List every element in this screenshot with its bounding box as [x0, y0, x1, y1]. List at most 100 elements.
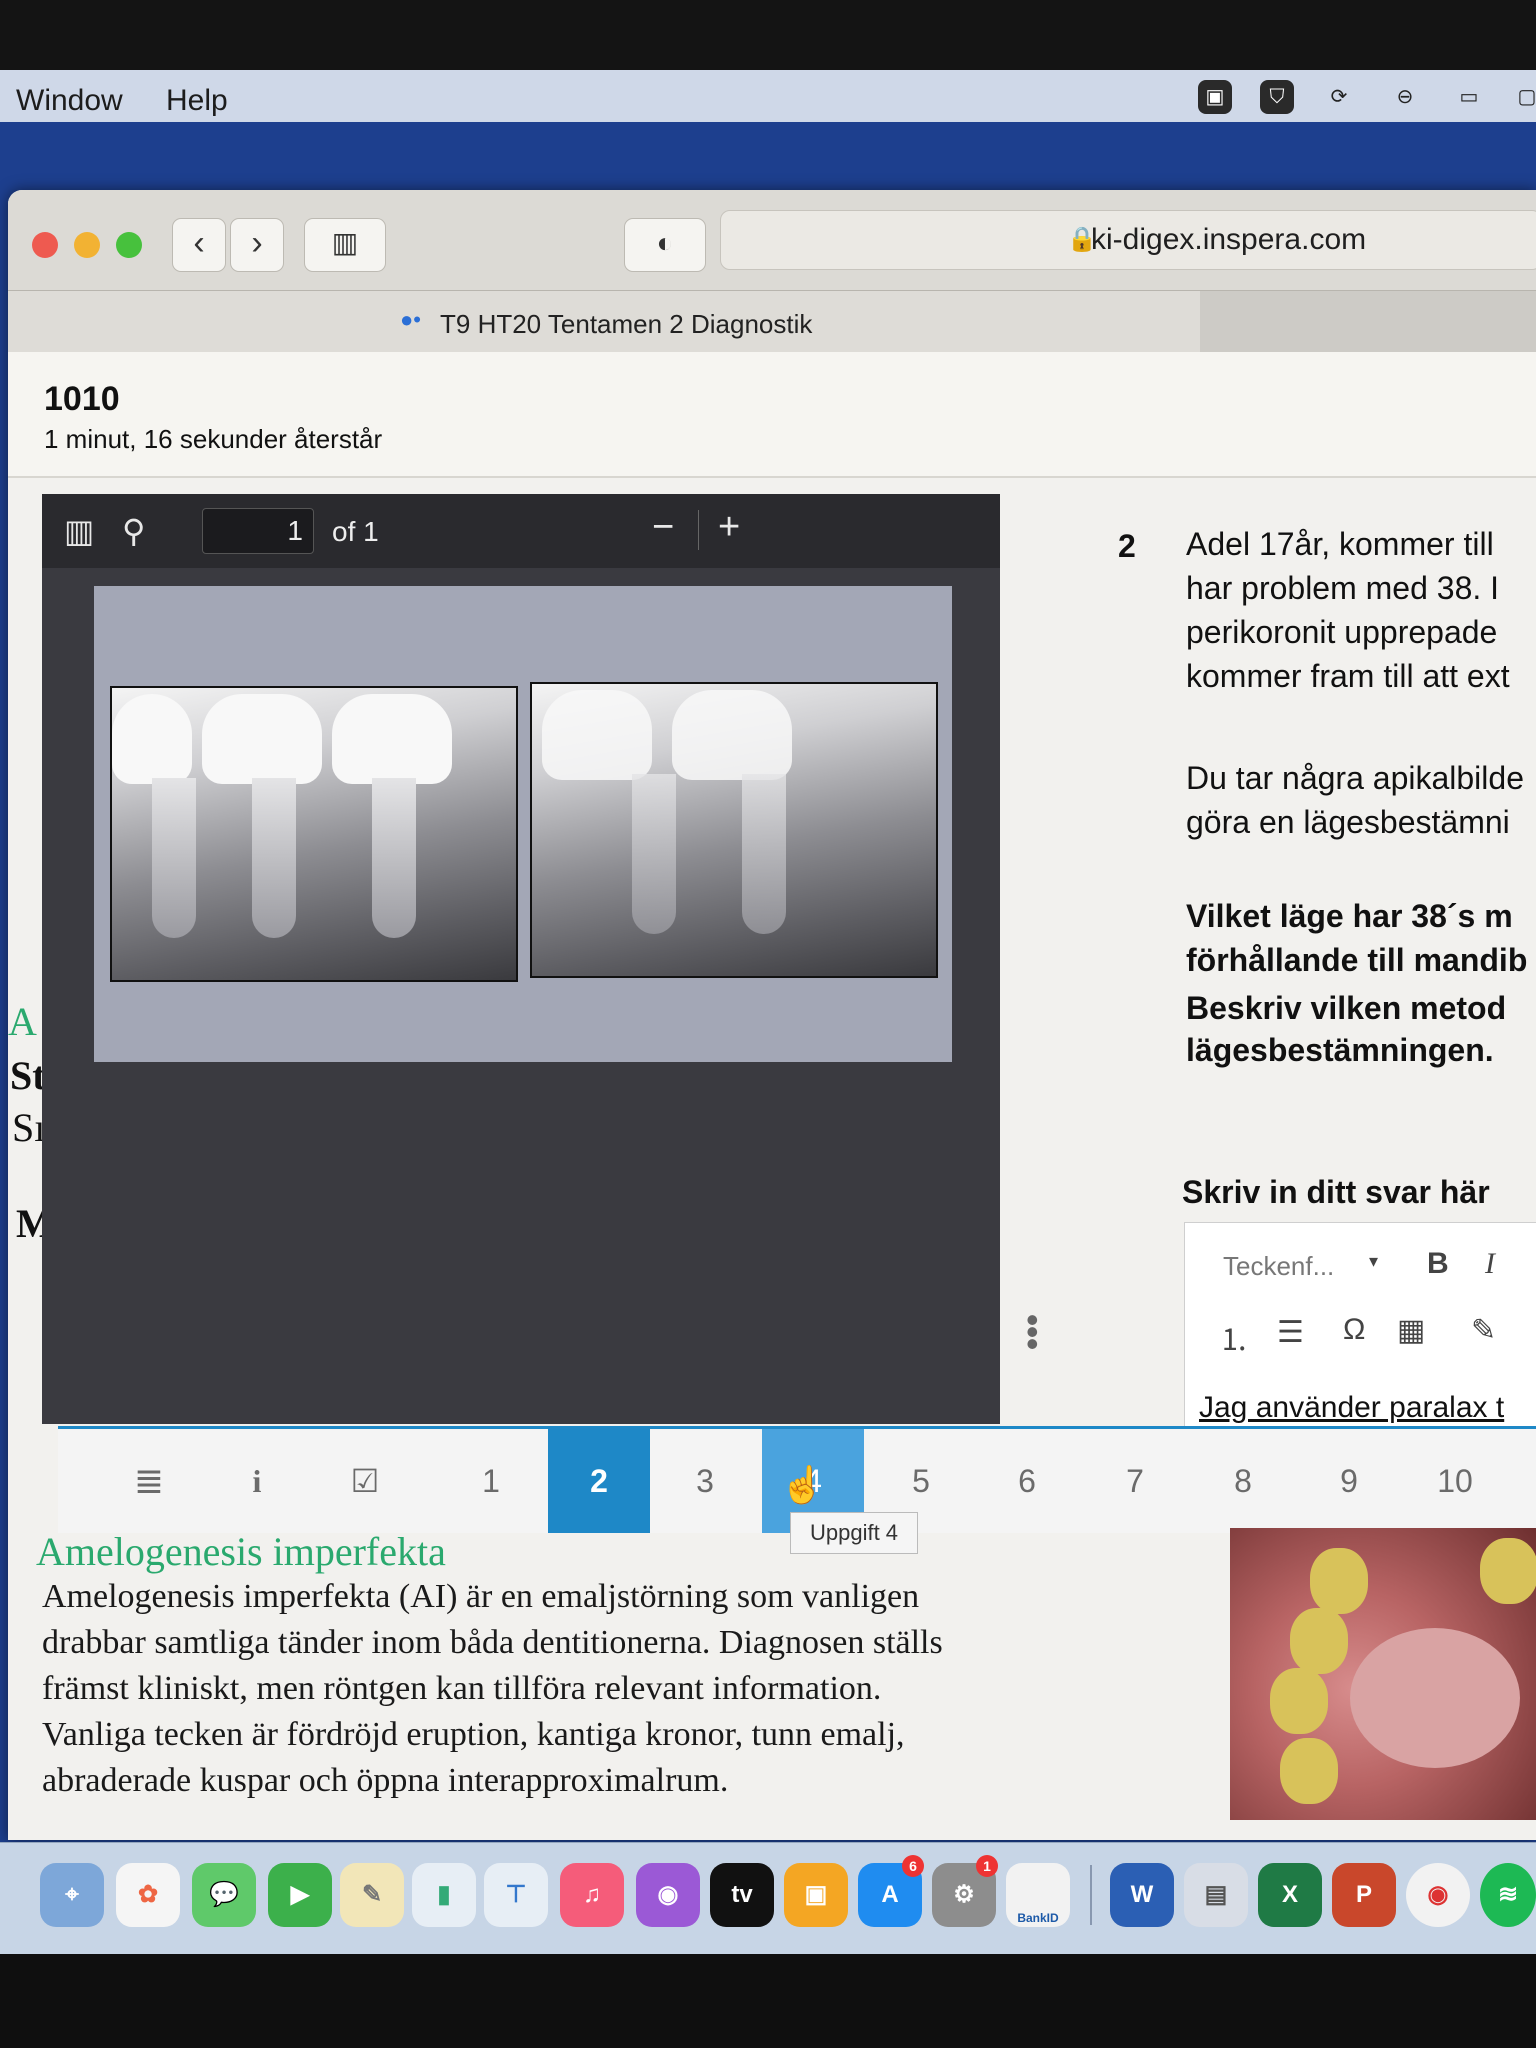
sidebar-toggle-button[interactable]: ▥ [304, 218, 386, 272]
podcasts-icon[interactable]: ◉ [636, 1863, 700, 1927]
nav-question-1[interactable]: 1 [440, 1429, 542, 1533]
special-character-icon[interactable]: Ω [1343, 1313, 1365, 1347]
info-icon[interactable]: i [206, 1429, 308, 1533]
books-icon[interactable]: ▣ [784, 1863, 848, 1927]
url-text: ki-digex.inspera.com [1091, 223, 1367, 256]
shield-status-icon[interactable]: ⛉ [1260, 80, 1294, 114]
app-store-badge: 6 [902, 1855, 924, 1877]
answer-editor[interactable]: Teckenf... ▾ B I ⒈ ☰ Ω ▦ ✎ Jag använder … [1184, 1222, 1536, 1434]
submit-check-icon[interactable]: ☑ [314, 1429, 416, 1533]
table-icon[interactable]: ▦ [1397, 1313, 1425, 1348]
bankid-label: BankID [1017, 1911, 1059, 1925]
background-letter: Sı [12, 1105, 46, 1150]
pdf-viewer: ▥ ⚲ 1 of 1 − + [42, 494, 1000, 1424]
pencil-icon[interactable]: ✎ [1471, 1313, 1496, 1348]
browser-toolbar: ‹ › ▥ ◐ 🔒 ki-digex.inspera.com [8, 190, 1536, 290]
font-select[interactable]: Teckenf... [1223, 1251, 1334, 1282]
tooth-shape [1310, 1548, 1368, 1614]
bold-button[interactable]: B [1427, 1247, 1449, 1281]
address-bar[interactable]: 🔒 ki-digex.inspera.com [720, 210, 1536, 270]
split-handle-icon[interactable]: • • • [1026, 1302, 1039, 1362]
chevron-down-icon[interactable]: ▾ [1369, 1251, 1378, 1272]
question-prompt-line: Beskriv vilken metod [1186, 990, 1507, 1026]
privacy-shield-button[interactable]: ◐ [624, 218, 706, 272]
tooth-crown [332, 694, 452, 784]
notes-icon[interactable]: ✎ [340, 1863, 404, 1927]
display-status-icon[interactable]: ▢ [1510, 80, 1536, 114]
facetime-icon[interactable]: ▶ [268, 1863, 332, 1927]
music-icon[interactable]: ♫ [560, 1863, 624, 1927]
numbered-list-icon[interactable]: ⒈ [1219, 1315, 1249, 1359]
nav-question-9[interactable]: 9 [1298, 1429, 1400, 1533]
minimize-window-button[interactable] [74, 232, 100, 258]
question-prompt-line: förhållande till mandib [1186, 942, 1528, 978]
dock: ⌖ ✿ 💬 ▶ ✎ ▮ ⊤ ♫ ◉ tv ▣ A 6 ⚙ 1 BankID W … [0, 1842, 1536, 1955]
chrome-icon[interactable]: ◉ [1406, 1863, 1470, 1927]
tooth-root [632, 774, 676, 934]
sync-status-icon[interactable]: ⟳ [1322, 80, 1356, 114]
question-text-line: perikoronit upprepade [1186, 614, 1498, 650]
article-paragraph-line: främst kliniskt, men röntgen kan tillför… [42, 1670, 882, 1707]
zoom-window-button[interactable] [116, 232, 142, 258]
nav-question-10[interactable]: 10 [1404, 1429, 1506, 1533]
forward-button[interactable]: › [230, 218, 284, 272]
maps-icon[interactable]: ⌖ [40, 1863, 104, 1927]
nav-tooltip: Uppgift 4 [790, 1512, 918, 1554]
apple-tv-icon[interactable]: tv [710, 1863, 774, 1927]
question-text-line: har problem med 38. I [1186, 570, 1500, 606]
preferences-badge: 1 [976, 1855, 998, 1877]
tooth-shape [1280, 1738, 1338, 1804]
app-store-icon[interactable]: A 6 [858, 1855, 924, 1927]
powerpoint-icon[interactable]: P [1332, 1863, 1396, 1927]
time-remaining: 1 minut, 16 sekunder återstår [44, 424, 383, 454]
nav-question-8[interactable]: 8 [1192, 1429, 1294, 1533]
tv-label: tv [731, 1881, 753, 1908]
menu-help[interactable]: Help [166, 84, 228, 118]
tooth-root [152, 778, 196, 938]
camera-status-icon[interactable]: ▣ [1198, 80, 1232, 114]
background-letter: A [8, 999, 37, 1044]
question-text-line: Adel 17år, kommer till [1186, 526, 1494, 562]
article-paragraph-line: Amelogenesis imperfekta (AI) är en emalj… [42, 1578, 920, 1615]
pdf-page-input[interactable]: 1 [202, 508, 314, 554]
pdf-toolbar: ▥ ⚲ 1 of 1 − + [42, 494, 1000, 568]
excel-icon[interactable]: X [1258, 1863, 1322, 1927]
back-button[interactable]: ‹ [172, 218, 226, 272]
bullet-list-icon[interactable]: ☰ [1277, 1315, 1304, 1350]
pdf-sidebar-icon[interactable]: ▥ [64, 512, 94, 550]
dock-divider [1090, 1865, 1092, 1925]
zoom-out-button[interactable]: − [652, 506, 674, 549]
airplay-status-icon[interactable]: ▭ [1452, 80, 1486, 114]
shield-icon: ◐ [656, 227, 674, 258]
nav-question-6[interactable]: 6 [976, 1429, 1078, 1533]
word-icon[interactable]: W [1110, 1863, 1174, 1927]
tooth-crown [672, 690, 792, 780]
bankid-icon[interactable]: BankID [1006, 1863, 1070, 1927]
pdf-page-total: of 1 [332, 516, 379, 547]
hand-cursor-icon: ☝ [780, 1464, 825, 1505]
italic-button[interactable]: I [1485, 1247, 1495, 1281]
photos-icon[interactable]: ✿ [116, 1863, 180, 1927]
spotify-icon[interactable]: ≋ [1480, 1863, 1536, 1927]
tooth-root [252, 778, 296, 938]
system-preferences-icon[interactable]: ⚙ 1 [932, 1855, 998, 1927]
close-window-button[interactable] [32, 232, 58, 258]
messages-icon[interactable]: 💬 [192, 1863, 256, 1927]
tooth-shape [1270, 1668, 1328, 1734]
keynote-icon[interactable]: ⊤ [484, 1863, 548, 1927]
lock-status-icon[interactable]: ⊖ [1388, 80, 1422, 114]
background-letter: St [10, 1053, 46, 1098]
tab-exam[interactable]: ●• T9 HT20 Tentamen 2 Diagnostik [8, 291, 1200, 353]
question-prompt-line: lägesbestämningen. [1186, 1032, 1494, 1068]
numbers-icon[interactable]: ▮ [412, 1863, 476, 1927]
chevron-right-icon: › [251, 224, 263, 262]
zoom-in-button[interactable]: + [718, 506, 740, 549]
tab-title: T9 HT20 Tentamen 2 Diagnostik [440, 309, 813, 339]
preview-icon[interactable]: ▤ [1184, 1863, 1248, 1927]
nav-question-2[interactable]: 2 [548, 1429, 650, 1533]
menu-window[interactable]: Window [16, 84, 123, 118]
pdf-search-icon[interactable]: ⚲ [122, 512, 145, 550]
nav-question-3[interactable]: 3 [654, 1429, 756, 1533]
nav-question-7[interactable]: 7 [1084, 1429, 1186, 1533]
overview-list-icon[interactable]: ≣ [98, 1429, 200, 1533]
